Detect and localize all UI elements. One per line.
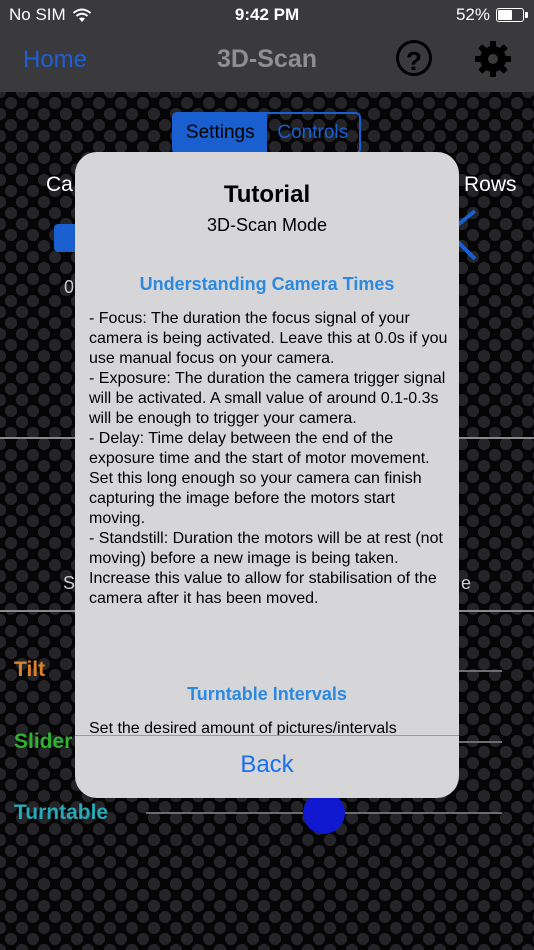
rows-label: Rows <box>464 173 517 196</box>
navigation-bar: Home 3D-Scan ? <box>0 30 534 92</box>
battery-percent: 52% <box>455 5 490 24</box>
section-heading-camera-times: Understanding Camera Times <box>139 274 395 294</box>
gear-icon[interactable] <box>473 39 513 79</box>
page-title: 3D-Scan <box>216 45 318 73</box>
speed-label: S <box>63 573 76 593</box>
tab-controls[interactable]: Controls <box>267 114 360 152</box>
dialog-title: Tutorial <box>223 181 311 208</box>
tilt-label: Tilt <box>14 658 46 681</box>
tutorial-dialog: Tutorial 3D-Scan Mode Understanding Came… <box>75 152 459 798</box>
dialog-subtitle: 3D-Scan Mode <box>206 215 328 235</box>
mode-segmented-control: Settings Controls <box>172 112 361 154</box>
section-body-turntable: Set the desired amount of pictures/inter… <box>89 720 397 736</box>
dialog-divider <box>75 735 459 736</box>
back-button[interactable]: Back <box>75 751 459 779</box>
help-button[interactable]: ? <box>396 40 432 76</box>
camera-label: Ca <box>46 173 73 196</box>
mode-label: e <box>461 573 472 593</box>
turntable-slider-thumb[interactable] <box>303 792 345 834</box>
turntable-label: Turntable <box>14 801 109 824</box>
clock: 9:42 PM <box>234 5 300 24</box>
battery-icon <box>496 8 528 22</box>
section-body-camera-times: - Focus: The duration the focus signal o… <box>89 310 448 607</box>
status-bar: No SIM 9:42 PM 52% <box>0 0 534 30</box>
camera-value: 0 <box>64 277 75 297</box>
section-heading-turntable: Turntable Intervals <box>187 684 347 704</box>
tab-settings[interactable]: Settings <box>174 114 267 152</box>
slider-label: Slider <box>14 730 73 753</box>
